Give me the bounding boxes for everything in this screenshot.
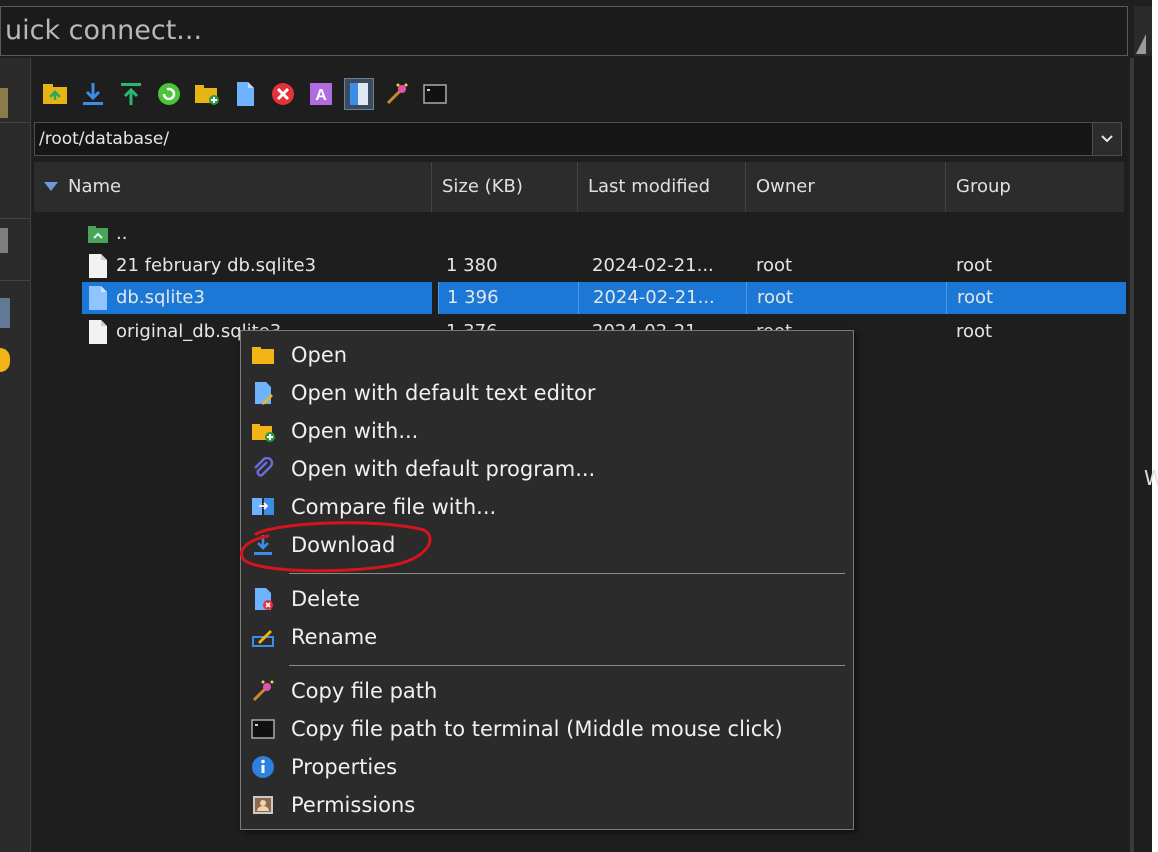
user-card-icon xyxy=(249,791,277,819)
sidebar-icon-partial[interactable] xyxy=(0,88,8,118)
download-icon[interactable] xyxy=(78,78,108,110)
menu-item-properties[interactable]: Properties xyxy=(241,749,853,785)
parent-folder-icon[interactable] xyxy=(40,78,70,110)
sidebar-icon-partial[interactable] xyxy=(0,348,10,372)
right-panel: W xyxy=(1134,58,1158,852)
menu-item-open-with[interactable]: Open with... xyxy=(241,413,853,449)
quick-connect-side-button[interactable] xyxy=(1134,6,1152,56)
file-icon xyxy=(89,254,107,278)
menu-item-permissions[interactable]: Permissions xyxy=(241,787,853,823)
folder-icon xyxy=(249,341,277,369)
text-editor-icon xyxy=(249,379,277,407)
path-input[interactable]: /root/database/ xyxy=(34,122,1122,156)
file-properties-icon[interactable] xyxy=(344,78,374,110)
file-name: 21 february db.sqlite3 xyxy=(116,255,317,276)
sort-arrow-icon xyxy=(44,182,58,191)
table-row[interactable]: .. xyxy=(34,218,1126,250)
file-owner: root xyxy=(746,282,946,314)
new-file-icon[interactable] xyxy=(230,78,260,110)
delete-icon[interactable] xyxy=(268,78,298,110)
file-name: db.sqlite3 xyxy=(116,287,205,308)
menu-item-open-text-editor[interactable]: Open with default text editor xyxy=(241,375,853,411)
file-group: root xyxy=(946,282,1126,314)
table-header: Name Size (KB) Last modified Owner Group xyxy=(34,162,1124,212)
chevron-down-icon xyxy=(1101,135,1113,143)
magic-wand-icon xyxy=(249,677,277,705)
column-header-size[interactable]: Size (KB) xyxy=(432,162,578,212)
rename-icon xyxy=(249,623,277,651)
left-sidebar xyxy=(0,58,31,852)
file-icon xyxy=(89,286,107,310)
refresh-icon[interactable] xyxy=(154,78,184,110)
app-window: uick connect... W A /root/database/ Name… xyxy=(0,0,1158,852)
file-group: root xyxy=(956,321,993,342)
copy-path-icon[interactable] xyxy=(382,78,412,110)
menu-item-compare[interactable]: Compare file with... xyxy=(241,489,853,525)
file-group: root xyxy=(956,255,993,276)
menu-item-download[interactable]: Download xyxy=(241,527,853,563)
terminal-icon[interactable] xyxy=(420,78,450,110)
paperclip-icon xyxy=(249,455,277,483)
menu-item-open[interactable]: Open xyxy=(241,337,853,373)
info-icon xyxy=(249,753,277,781)
column-header-group[interactable]: Group xyxy=(946,162,1124,212)
file-size: 1 380 xyxy=(446,255,498,276)
menu-item-delete[interactable]: Delete xyxy=(241,581,853,617)
download-icon xyxy=(249,531,277,559)
file-owner: root xyxy=(756,255,793,276)
menu-item-copy-path[interactable]: Copy file path xyxy=(241,673,853,709)
sidebar-icon-partial[interactable] xyxy=(0,298,10,328)
file-size: 1 396 xyxy=(438,282,578,314)
delete-file-icon xyxy=(249,585,277,613)
menu-item-rename[interactable]: Rename xyxy=(241,619,853,655)
menu-item-copy-path-terminal[interactable]: Copy file path to terminal (Middle mouse… xyxy=(241,711,853,747)
column-header-name[interactable]: Name xyxy=(34,162,432,212)
menu-item-open-default-program[interactable]: Open with default program... xyxy=(241,451,853,487)
file-modified: 2024-02-21... xyxy=(578,282,746,314)
terminal-icon xyxy=(249,715,277,743)
parent-folder-icon xyxy=(88,226,108,243)
context-menu: Open Open with default text editor Open … xyxy=(240,330,854,830)
rename-icon[interactable]: A xyxy=(306,78,336,110)
menu-separator xyxy=(289,665,845,666)
compare-icon xyxy=(249,493,277,521)
toolbar: A xyxy=(40,78,450,112)
table-row-selected[interactable]: db.sqlite3 1 396 2024-02-21... root root xyxy=(34,282,1126,314)
sidebar-icon-partial[interactable] xyxy=(0,228,8,253)
column-header-owner[interactable]: Owner xyxy=(746,162,946,212)
upload-icon[interactable] xyxy=(116,78,146,110)
path-dropdown-button[interactable] xyxy=(1092,123,1121,155)
path-text: /root/database/ xyxy=(39,129,170,149)
open-with-icon xyxy=(249,417,277,445)
table-row[interactable]: 21 february db.sqlite3 1 380 2024-02-21.… xyxy=(34,250,1126,282)
file-modified: 2024-02-21... xyxy=(592,255,714,276)
file-icon xyxy=(89,320,107,344)
right-panel-text: W xyxy=(1144,466,1158,490)
file-name: .. xyxy=(116,223,128,244)
menu-separator xyxy=(289,573,845,574)
column-header-modified[interactable]: Last modified xyxy=(578,162,746,212)
svg-text:A: A xyxy=(315,87,327,104)
new-folder-icon[interactable] xyxy=(192,78,222,110)
quick-connect-input[interactable]: uick connect... xyxy=(0,6,1128,56)
